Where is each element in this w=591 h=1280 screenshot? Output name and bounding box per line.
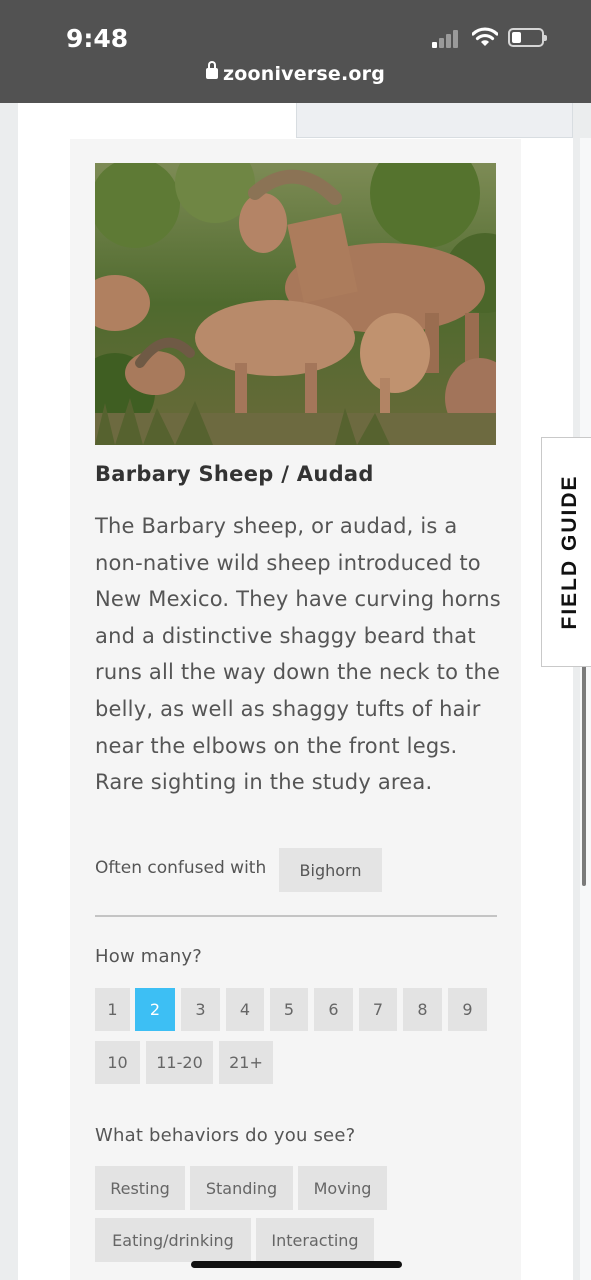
count-option-5[interactable]: 5 (270, 988, 308, 1031)
behavior-option-moving[interactable]: Moving (298, 1166, 387, 1210)
count-option-10[interactable]: 10 (95, 1041, 140, 1084)
count-option-6[interactable]: 6 (314, 988, 353, 1031)
status-time: 9:48 (66, 24, 129, 53)
upper-tab-panel (296, 103, 573, 138)
lock-icon (205, 61, 218, 79)
count-option-8[interactable]: 8 (403, 988, 442, 1031)
how-many-label: How many? (95, 946, 202, 967)
count-option-4[interactable]: 4 (226, 988, 264, 1031)
address-bar[interactable]: zooniverse.org (0, 61, 591, 85)
cellular-signal-icon (432, 30, 464, 48)
field-guide-label: FIELD GUIDE (558, 474, 581, 630)
count-option-11-20[interactable]: 11-20 (146, 1041, 213, 1084)
confused-with-label: Often confused with (95, 858, 267, 878)
url-text: zooniverse.org (222, 63, 386, 85)
battery-icon (508, 28, 547, 47)
behavior-option-resting[interactable]: Resting (95, 1166, 185, 1210)
species-description: The Barbary sheep, or audad, is a non-na… (95, 514, 501, 795)
count-option-9[interactable]: 9 (448, 988, 487, 1031)
behavior-option-standing[interactable]: Standing (190, 1166, 293, 1210)
behavior-option-interacting[interactable]: Interacting (256, 1218, 374, 1262)
wifi-icon (472, 27, 498, 46)
confused-with-chip-bighorn[interactable]: Bighorn (279, 848, 382, 892)
species-title: Barbary Sheep / Audad (95, 462, 374, 486)
scrollbar-thumb[interactable] (582, 640, 586, 886)
species-photo (95, 163, 496, 445)
count-option-1[interactable]: 1 (95, 988, 130, 1031)
home-indicator[interactable] (191, 1261, 402, 1268)
status-bar: 9:48 zooniverse.org (0, 0, 591, 103)
count-option-21-plus[interactable]: 21+ (219, 1041, 273, 1084)
section-divider (95, 915, 497, 917)
count-option-3[interactable]: 3 (181, 988, 220, 1031)
behavior-option-eating-drinking[interactable]: Eating/drinking (95, 1218, 251, 1262)
behaviors-label: What behaviors do you see? (95, 1125, 356, 1146)
count-option-7[interactable]: 7 (359, 988, 397, 1031)
count-option-2[interactable]: 2 (135, 988, 175, 1031)
